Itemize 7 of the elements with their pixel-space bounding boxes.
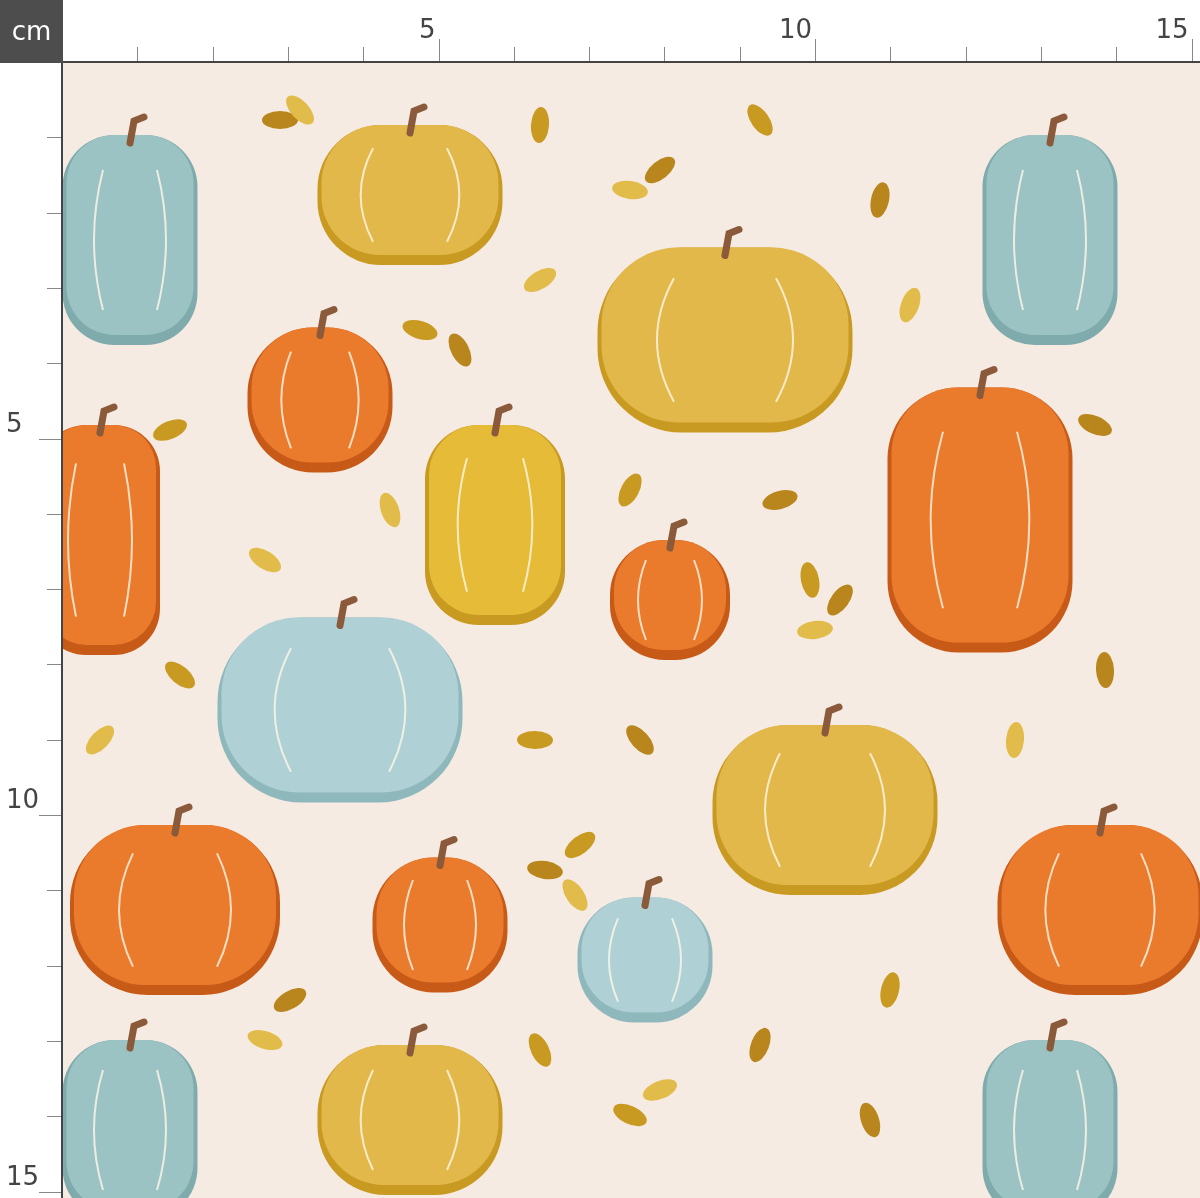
- ruler-label: 5: [418, 16, 436, 42]
- unit-label: cm: [0, 0, 63, 63]
- ruler-label: 15: [6, 1162, 40, 1189]
- ruler-label: 15: [1155, 16, 1189, 42]
- ruler-label: 5: [6, 409, 23, 436]
- ruler-label: 10: [6, 786, 40, 812]
- ruler-label: 10: [778, 16, 812, 42]
